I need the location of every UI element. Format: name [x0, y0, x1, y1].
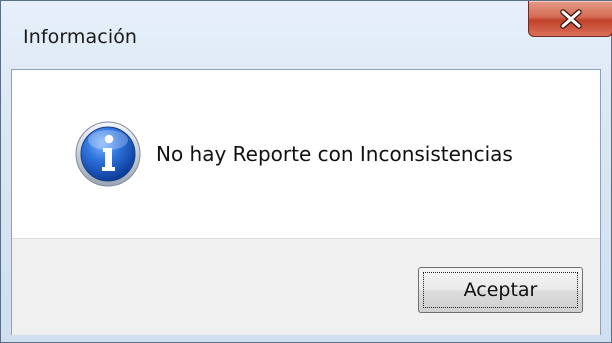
close-x-icon	[560, 9, 582, 29]
button-bar: Aceptar	[12, 238, 600, 335]
accept-button[interactable]: Aceptar	[418, 267, 583, 313]
dialog-message: No hay Reporte con Inconsistencias	[156, 142, 513, 166]
title-bar[interactable]: Información	[1, 1, 612, 69]
accept-button-label: Aceptar	[423, 272, 578, 308]
message-area: No hay Reporte con Inconsistencias	[12, 70, 600, 238]
window-title: Información	[23, 26, 138, 48]
info-icon	[75, 121, 141, 187]
dialog-body: No hay Reporte con Inconsistencias Acept…	[11, 69, 601, 335]
message-dialog-window: Información No hay Reporte con Inconsist…	[0, 0, 612, 343]
close-button[interactable]	[528, 1, 612, 37]
